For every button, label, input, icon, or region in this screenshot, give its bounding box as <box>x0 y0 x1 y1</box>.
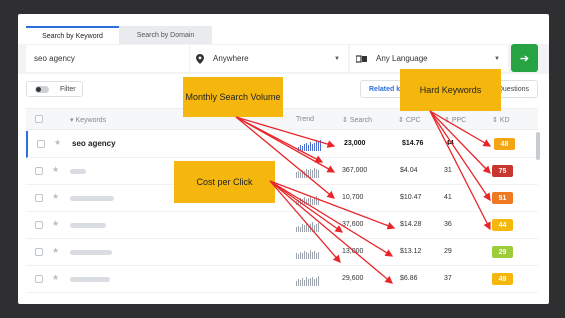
arrow-to-cpc-5 <box>269 180 341 263</box>
arrow-to-kd-2 <box>429 110 491 174</box>
arrow-to-cpc-1 <box>269 180 396 230</box>
annotation-arrows <box>235 110 492 284</box>
arrow-to-search-1 <box>235 116 336 148</box>
arrow-to-trend <box>235 116 324 163</box>
arrow-to-cpc-4 <box>269 180 344 233</box>
arrow-to-search-3 <box>235 116 336 199</box>
arrow-to-kd-3 <box>429 110 491 202</box>
arrow-to-cpc-2 <box>269 180 394 257</box>
